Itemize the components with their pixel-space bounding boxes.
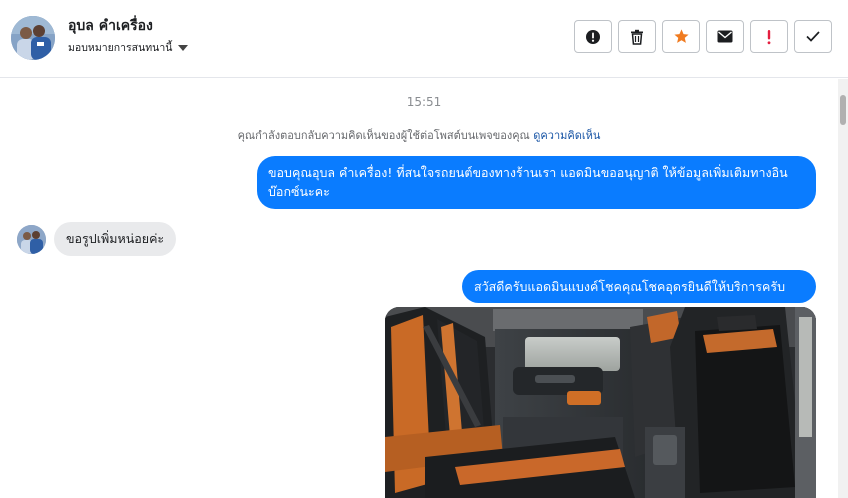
incoming-message-row: ขอรูปเพิ่มหน่อยค่ะ (17, 222, 177, 256)
follow-up-star-button[interactable] (662, 20, 700, 53)
outgoing-message-bubble: ขอบคุณอุบล คำเครื่อง! ที่สนใจรถยนต์ของทา… (257, 156, 816, 209)
assign-conversation-dropdown[interactable]: มอบหมายการสนทนานี้ (68, 39, 189, 56)
contact-name[interactable]: อุบล คำเครื่อง (68, 15, 153, 37)
inbox-conversation-view: อุบล คำเครื่อง มอบหมายการสนทนานี้ 15:51 … (0, 0, 848, 498)
message-thread: 15:51 คุณกำลังตอบกลับความคิดเห็นของผู้ใช… (0, 79, 838, 498)
incoming-message-bubble: ขอรูปเพิ่มหน่อยค่ะ (54, 222, 177, 256)
car-interior-photo-attachment[interactable] (385, 307, 816, 498)
trash-icon (631, 29, 643, 45)
contact-avatar[interactable] (11, 16, 55, 60)
thread-scrollbar[interactable] (838, 79, 848, 498)
conversation-header: อุบล คำเครื่อง มอบหมายการสนทนานี้ (0, 0, 848, 78)
mark-spam-button[interactable] (574, 20, 612, 53)
sender-avatar[interactable] (17, 224, 46, 254)
delete-button[interactable] (618, 20, 656, 53)
comment-reply-notice: คุณกำลังตอบกลับความคิดเห็นของผู้ใช้ต่อโพ… (0, 126, 838, 144)
scrollbar-thumb[interactable] (840, 95, 846, 125)
alert-circle-icon (586, 29, 600, 44)
view-comment-link[interactable]: ดูความคิดเห็น (533, 129, 600, 142)
envelope-icon (717, 30, 733, 43)
exclamation-icon (767, 29, 771, 44)
mark-unread-button[interactable] (706, 20, 744, 53)
conversation-actions-toolbar (574, 20, 832, 53)
assign-conversation-label: มอบหมายการสนทนานี้ (68, 42, 173, 54)
message-timestamp: 15:51 (406, 95, 442, 109)
comment-reply-notice-text: คุณกำลังตอบกลับความคิดเห็นของผู้ใช้ต่อโพ… (237, 129, 534, 142)
mark-done-button[interactable] (794, 20, 832, 53)
outgoing-message-bubble: สวัสดีครับแอดมินแบงค์โชคคุณโชคอุดรยินดีใ… (462, 270, 816, 303)
check-icon (806, 31, 820, 42)
priority-button[interactable] (750, 20, 788, 53)
star-icon (673, 29, 689, 43)
caret-down-icon (178, 44, 189, 51)
